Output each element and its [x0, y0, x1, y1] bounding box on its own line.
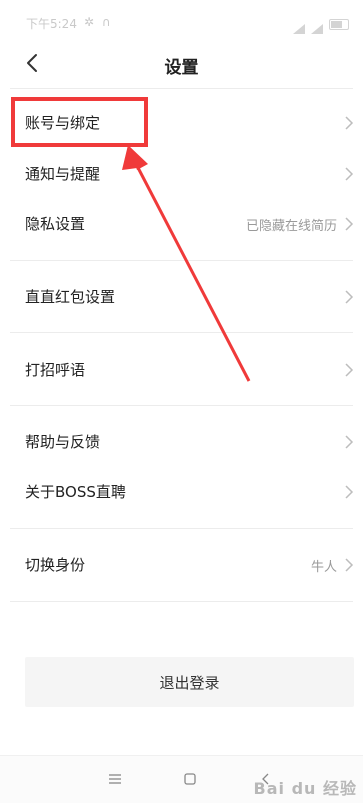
status-right-icons: [293, 14, 349, 34]
battery-icon: [329, 18, 349, 30]
settings-item-about[interactable]: 关于BOSS直聘: [0, 467, 363, 517]
settings-item-label: 打招呼语: [25, 361, 86, 379]
divider: [10, 528, 353, 529]
notification-icons: ✲ ∩: [84, 15, 113, 29]
settings-item-label: 直直红包设置: [25, 288, 116, 306]
chevron-right-icon: [345, 363, 354, 377]
annotation-highlight-box: [11, 97, 148, 147]
settings-item-label: 隐私设置: [25, 215, 86, 233]
wifi-icon: [311, 14, 323, 34]
divider: [10, 405, 353, 406]
nav-bar: 设置: [0, 40, 363, 88]
chevron-right-icon: [345, 217, 354, 231]
settings-item-label: 通知与提醒: [25, 165, 101, 183]
logout-label: 退出登录: [159, 674, 220, 692]
chevron-right-icon: [345, 290, 354, 304]
divider: [10, 88, 353, 89]
chevron-right-icon: [345, 435, 354, 449]
settings-item-privacy[interactable]: 隐私设置 已隐藏在线简历: [0, 199, 363, 249]
settings-item-label: 关于BOSS直聘: [25, 483, 126, 501]
chevron-right-icon: [345, 116, 354, 130]
chevron-right-icon: [345, 167, 354, 181]
settings-item-red-packet[interactable]: 直直红包设置: [0, 272, 363, 322]
settings-item-notifications[interactable]: 通知与提醒: [0, 149, 363, 199]
settings-item-value: 已隐藏在线简历: [245, 219, 337, 234]
chevron-right-icon: [345, 485, 354, 499]
status-time: 下午5:24: [26, 17, 77, 31]
divider: [10, 260, 353, 261]
menu-icon[interactable]: [106, 770, 124, 788]
watermark: Bai du 经验: [253, 779, 357, 798]
settings-item-greeting[interactable]: 打招呼语: [0, 345, 363, 395]
system-nav-bar: Bai du 经验: [0, 755, 363, 803]
status-bar: 下午5:24 ✲ ∩: [0, 0, 363, 40]
settings-item-help-feedback[interactable]: 帮助与反馈: [0, 417, 363, 467]
settings-item-label: 切换身份: [25, 556, 86, 574]
settings-item-label: 帮助与反馈: [25, 433, 101, 451]
page-title: 设置: [164, 58, 199, 78]
settings-item-switch-identity[interactable]: 切换身份 牛人: [0, 540, 363, 590]
signal-icon: [293, 14, 305, 34]
settings-item-value: 牛人: [310, 560, 337, 575]
home-icon[interactable]: [181, 770, 199, 788]
logout-button[interactable]: 退出登录: [25, 657, 354, 707]
divider: [10, 601, 353, 602]
chevron-right-icon: [345, 558, 354, 572]
divider: [10, 332, 353, 333]
